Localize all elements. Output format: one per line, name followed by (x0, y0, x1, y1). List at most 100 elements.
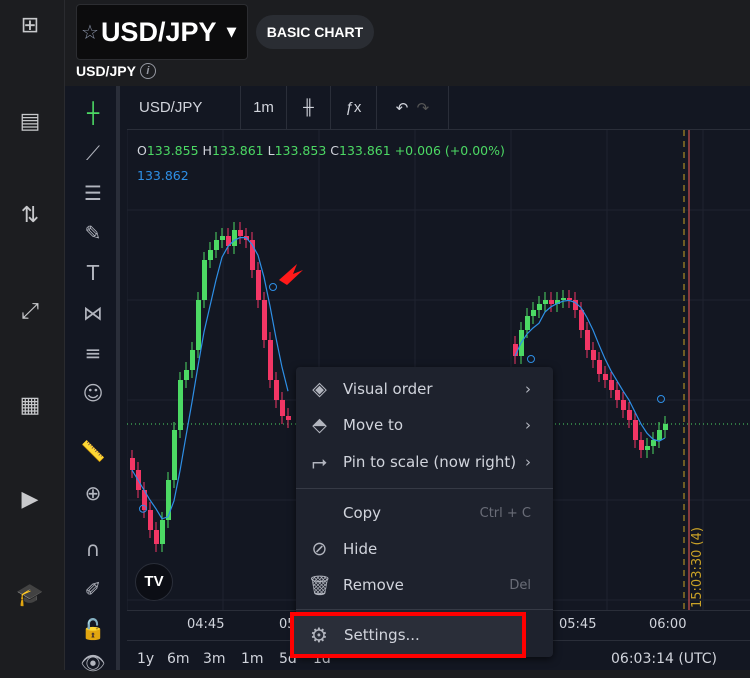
toolbar-symbol[interactable]: USD/JPY (127, 85, 241, 130)
chevron-right-icon: › (525, 453, 531, 471)
zoom-in-icon[interactable]: ⊕ (78, 478, 108, 508)
candle (190, 350, 195, 370)
candle (154, 530, 159, 544)
candle (268, 340, 273, 380)
candle (256, 270, 261, 300)
menu-label: Settings... (344, 626, 420, 644)
drawing-toolbar: ┼ ⟋ ☰ ✎ T ⋈ ≡ ☺ 📏 ⊕ ∩ ✐ 🔓 👁 (65, 86, 120, 675)
chart-toolbar: USD/JPY 1m ╫ ƒx ↶ ↷ (127, 85, 750, 130)
candle-type-icon[interactable]: ╫ (287, 85, 331, 130)
menu-item-settings[interactable]: ⚙ Settings... (290, 612, 526, 658)
menu-label: Hide (343, 540, 378, 558)
candle (160, 520, 165, 544)
range-1m[interactable]: 1m (241, 651, 264, 667)
candle (579, 310, 584, 330)
menu-label: Copy (343, 504, 382, 522)
menu-item-visual-order[interactable]: ◈ Visual order › (296, 371, 553, 407)
redo-icon[interactable]: ↷ (417, 99, 430, 117)
emoji-icon[interactable]: ☺ (78, 378, 108, 408)
candle (208, 250, 213, 260)
brush-icon[interactable]: ✎ (78, 218, 108, 248)
menu-item-hide[interactable]: ⊘ Hide (296, 531, 553, 567)
basic-chart-button[interactable]: BASIC CHART (256, 15, 374, 49)
range-1y[interactable]: 1y (137, 651, 154, 667)
range-6m[interactable]: 6m (167, 651, 190, 667)
candle (633, 420, 638, 440)
crosshair-icon[interactable]: ┼ (78, 98, 108, 128)
candle (561, 298, 566, 300)
symbol-name: USD/JPY (100, 16, 217, 47)
candle (657, 430, 662, 440)
menu-item-pin-to-scale[interactable]: ⮣ Pin to scale (now right) › (296, 444, 553, 480)
candle (537, 304, 542, 310)
text-icon[interactable]: T (78, 258, 108, 288)
education-icon[interactable]: 🎓 (16, 582, 44, 610)
open-value: 133.855 (146, 143, 199, 158)
info-icon[interactable]: i (139, 63, 156, 79)
eye-icon[interactable]: 👁 (78, 648, 108, 678)
candle (148, 510, 153, 530)
candle (238, 230, 243, 236)
chart-compare-icon[interactable]: ⇅ (16, 202, 44, 230)
move-to-icon: ⬘ (312, 414, 327, 436)
time-tick: 04:45 (187, 617, 225, 632)
news-icon[interactable]: ▦ (16, 392, 44, 420)
candle (214, 240, 219, 250)
moving-average-line (131, 236, 289, 520)
candle (645, 446, 650, 450)
caret-down-icon: ▼ (226, 24, 237, 40)
fib-lines-icon[interactable]: ☰ (78, 178, 108, 208)
trend-line-icon[interactable]: ⟋ (78, 138, 108, 168)
interval-button[interactable]: 1m (241, 85, 287, 130)
change-value: +0.006 (+0.00%) (394, 143, 505, 158)
eye-off-icon: ⊘ (311, 538, 328, 560)
prediction-icon[interactable]: ≡ (78, 338, 108, 368)
candle (262, 300, 267, 340)
candle (549, 300, 554, 304)
indicators-icon[interactable]: ƒx (331, 85, 377, 130)
magnet-icon[interactable]: ∩ (78, 534, 108, 564)
candle (280, 400, 285, 416)
layers-icon: ◈ (312, 378, 327, 400)
close-label: C (330, 143, 340, 158)
ohlc-legend: O133.855 H133.861 L133.853 C133.861 +0.0… (137, 143, 505, 158)
menu-item-copy[interactable]: Copy Ctrl + C (296, 495, 553, 531)
range-3m[interactable]: 3m (203, 651, 226, 667)
menu-item-move-to[interactable]: ⬘ Move to › (296, 407, 553, 443)
undo-icon[interactable]: ↶ (396, 99, 409, 117)
candle (627, 410, 632, 420)
close-value: 133.861 (339, 143, 391, 158)
candle (597, 360, 602, 374)
candle (286, 416, 291, 420)
watchlist-icon[interactable]: ▤ (16, 108, 44, 136)
menu-shortcut: Ctrl + C (479, 505, 531, 521)
lock-icon[interactable]: 🔓 (78, 614, 108, 644)
lock-drawing-icon[interactable]: ✐ (78, 574, 108, 604)
tradingview-logo[interactable]: TV (135, 563, 173, 601)
ma-value: 133.862 (137, 168, 189, 183)
sublabel-text: USD/JPY (76, 63, 136, 79)
time-tick: 05:45 (559, 617, 597, 632)
chevron-right-icon: › (525, 416, 531, 434)
red-arrow-annotation (279, 264, 303, 285)
video-icon[interactable]: ▶ (16, 486, 44, 514)
symbol-sublabel: USD/JPY i (76, 63, 156, 79)
candle (178, 380, 183, 430)
ruler-icon[interactable]: 📏 (78, 436, 108, 466)
candle (184, 370, 189, 380)
star-icon[interactable]: ☆ (81, 20, 99, 44)
utc-clock[interactable]: 06:03:14 (UTC) (611, 651, 717, 667)
pattern-icon[interactable]: ⋈ (78, 298, 108, 328)
menu-label: Pin to scale (now right) (343, 453, 517, 471)
trade-arrows-icon[interactable]: ⤢ (16, 298, 44, 326)
candle (639, 440, 644, 450)
layout-grid-icon[interactable]: ⊞ (16, 12, 44, 40)
candle (663, 424, 668, 430)
menu-item-remove[interactable]: 🗑 Remove Del (296, 567, 553, 603)
symbol-selector[interactable]: ☆ USD/JPY ▼ (76, 4, 248, 60)
candle (172, 430, 177, 480)
time-tick: 06:00 (649, 617, 687, 632)
candle (232, 230, 237, 246)
candle (525, 316, 530, 330)
trash-icon: 🗑 (307, 574, 332, 597)
